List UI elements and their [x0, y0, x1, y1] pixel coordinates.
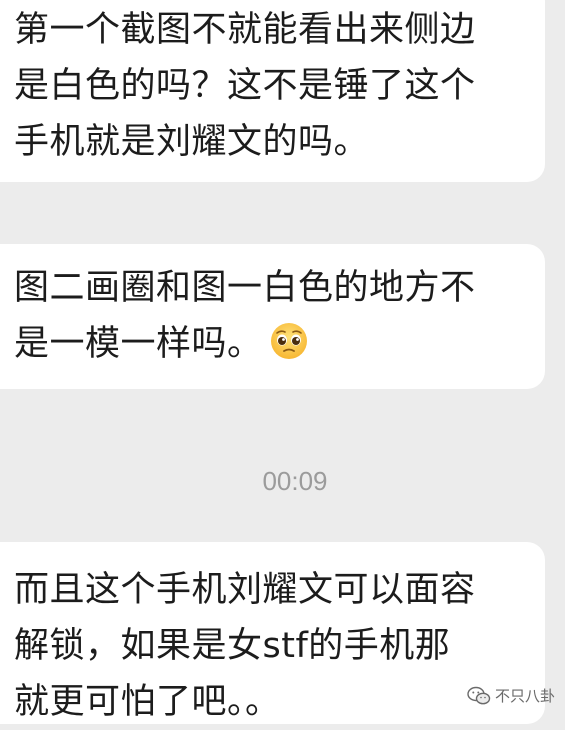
message-text-line: 就更可怕了吧。。 — [14, 682, 281, 722]
wechat-icon — [467, 686, 491, 704]
message-text-line: 解锁，如果是女stf的手机那 — [14, 626, 451, 666]
message-text-line: 是白色的吗？这不是锤了这个 — [14, 66, 476, 106]
message-text-line: 是一模一样吗。 — [14, 316, 535, 372]
watermark-text: 不只八卦 — [494, 687, 555, 705]
watermark: 不只八卦 — [467, 685, 555, 706]
message-bubble: 第一个截图不就能看出来侧边 是白色的吗？这不是锤了这个 手机就是刘耀文的吗。 — [0, 0, 545, 182]
pleading-face-emoji — [270, 323, 307, 359]
message-bubble: 图二画圈和图一白色的地方不 是一模一样吗。 — [0, 244, 545, 389]
message-text-line: 而且这个手机刘耀文可以面容 — [14, 570, 476, 610]
message-bubble: 而且这个手机刘耀文可以面容 解锁，如果是女stf的手机那 就更可怕了吧。。 — [0, 542, 545, 724]
message-text-line: 图二画圈和图一白色的地方不 — [14, 268, 476, 308]
chat-timestamp: 00:09 — [262, 466, 328, 496]
message-text-line: 手机就是刘耀文的吗。 — [14, 122, 370, 162]
message-text-line: 第一个截图不就能看出来侧边 — [14, 10, 476, 50]
